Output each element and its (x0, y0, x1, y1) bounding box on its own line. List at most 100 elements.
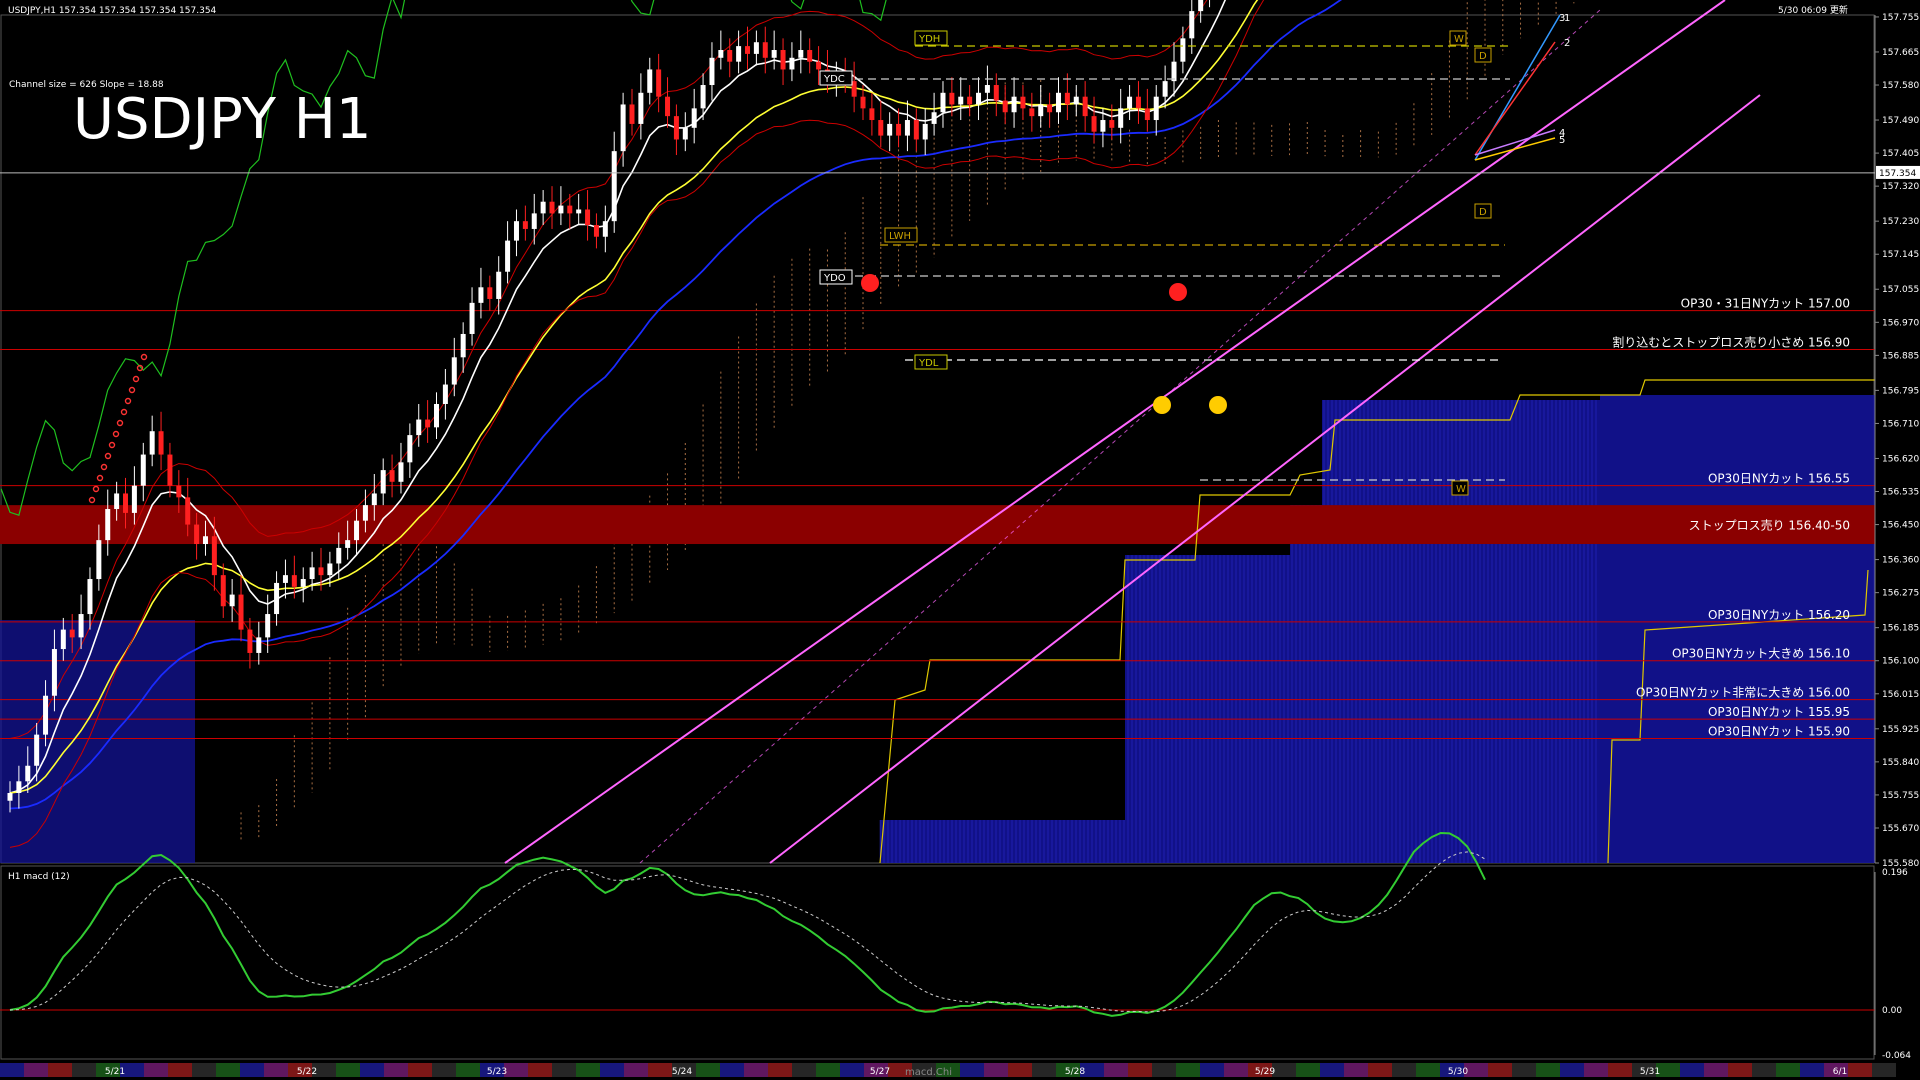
time-axis-segment (432, 1063, 456, 1077)
time-axis-segment (696, 1063, 720, 1077)
parabolic-dot (100, 463, 108, 471)
time-axis-segment (1128, 1063, 1152, 1077)
horseshoe-marker (1153, 396, 1171, 414)
candle-body (69, 629, 75, 638)
candle-body (220, 575, 226, 607)
marker-label: YDC (823, 74, 845, 85)
price-tick-label: 155.755 (1882, 791, 1919, 801)
candle-body (807, 50, 813, 62)
time-axis-segment (72, 1063, 96, 1077)
time-axis-segment (1008, 1063, 1032, 1077)
candle-body (78, 614, 84, 638)
time-axis-segment (528, 1063, 552, 1077)
candle-body (940, 92, 946, 113)
date-label: 5/22 (297, 1067, 317, 1077)
time-axis-segment (456, 1063, 480, 1077)
price-tick-label: 157.755 (1882, 13, 1919, 23)
blue-histogram-block (1290, 505, 1322, 863)
parabolic-dot (120, 408, 128, 416)
candle-body (718, 50, 724, 58)
candle-body (7, 792, 13, 801)
candle-body (896, 123, 902, 136)
candle-body (860, 96, 866, 109)
time-axis-segment (1296, 1063, 1320, 1077)
date-label: 5/24 (672, 1067, 692, 1077)
candle-body (522, 221, 528, 229)
price-tick-label: 156.710 (1882, 419, 1919, 429)
candle-body (789, 57, 795, 70)
candle-body (958, 96, 964, 105)
candle-body (123, 493, 129, 513)
level-label: OP30日NYカット大きめ 156.10 (1672, 647, 1850, 661)
time-axis-segment (1488, 1063, 1512, 1077)
price-tick-label: 155.670 (1882, 824, 1919, 834)
marker-label: YDH (918, 34, 940, 45)
level-label: OP30日NYカット 155.90 (1708, 725, 1850, 739)
price-tick-label: 156.885 (1882, 351, 1919, 361)
macd-label: H1 macd (12) (8, 872, 70, 882)
candle-body (513, 221, 519, 241)
time-axis-segment (1320, 1063, 1344, 1077)
candle-body (904, 120, 910, 136)
stoploss-band (0, 505, 1875, 545)
marker-label: W (1456, 484, 1466, 495)
candle-body (265, 614, 271, 638)
macd-panel: 0.196 0.00 -0.064 (0, 831, 1911, 1061)
time-axis-segment (1560, 1063, 1584, 1077)
candle-body (585, 209, 591, 226)
candle-body (416, 419, 422, 436)
candle-body (247, 629, 253, 653)
level-label: OP30・31日NYカット 157.00 (1681, 297, 1850, 311)
time-axis-segment (264, 1063, 288, 1077)
candle-body (185, 497, 191, 525)
candle-body (753, 42, 759, 54)
candle-body (1127, 96, 1133, 109)
time-axis-segment (1368, 1063, 1392, 1077)
candle-body (1073, 96, 1079, 105)
time-axis-segment (1224, 1063, 1248, 1077)
candle-body (336, 547, 342, 564)
candle-body (149, 431, 155, 455)
time-axis-segment (1104, 1063, 1128, 1077)
time-axis-segment (504, 1063, 528, 1077)
time-axis-segment (336, 1063, 360, 1077)
marker-label: D (1479, 207, 1487, 218)
candle-body (1047, 104, 1053, 113)
candle-body (878, 120, 884, 136)
price-tick-label: 156.535 (1882, 488, 1919, 498)
time-axis-segment (744, 1063, 768, 1077)
candle-body (745, 46, 750, 54)
parabolic-dot (124, 397, 132, 405)
candle-body (460, 333, 466, 358)
candle-body (114, 493, 120, 510)
candle-body (1055, 92, 1061, 113)
chart-title: USDJPY H1 (73, 87, 371, 152)
macd-tick-label: 0.00 (1882, 1006, 1902, 1016)
date-label: 5/27 (870, 1067, 890, 1077)
candle-body (771, 50, 777, 58)
time-axis-segment (1416, 1063, 1440, 1077)
date-label: 6/1 (1833, 1067, 1847, 1077)
candle-body (167, 454, 173, 486)
symbol-info: USDJPY,H1 157.354 157.354 157.354 157.35… (8, 6, 217, 16)
candle-body (1144, 108, 1150, 121)
marker-label: 2 (1564, 38, 1570, 49)
time-axis-segment (576, 1063, 600, 1077)
time-axis-segment (1608, 1063, 1632, 1077)
time-axis-segment (840, 1063, 864, 1077)
time-axis-segment (1512, 1063, 1536, 1077)
server-time: 5/30 06:09 更新 (1778, 4, 1848, 16)
candle-body (300, 579, 306, 587)
time-axis-segment (792, 1063, 816, 1077)
candle-body (709, 57, 715, 86)
candle-body (1064, 92, 1070, 105)
candle-body (647, 69, 653, 93)
time-axis-segment (1752, 1063, 1776, 1077)
price-tick-label: 156.970 (1882, 318, 1919, 328)
price-tick-label: 157.405 (1882, 149, 1919, 159)
level-label: OP30日NYカット 156.20 (1708, 608, 1850, 622)
candle-body (194, 524, 200, 545)
candle-body (140, 454, 146, 486)
candle-body (700, 85, 706, 109)
candle-body (887, 123, 893, 136)
